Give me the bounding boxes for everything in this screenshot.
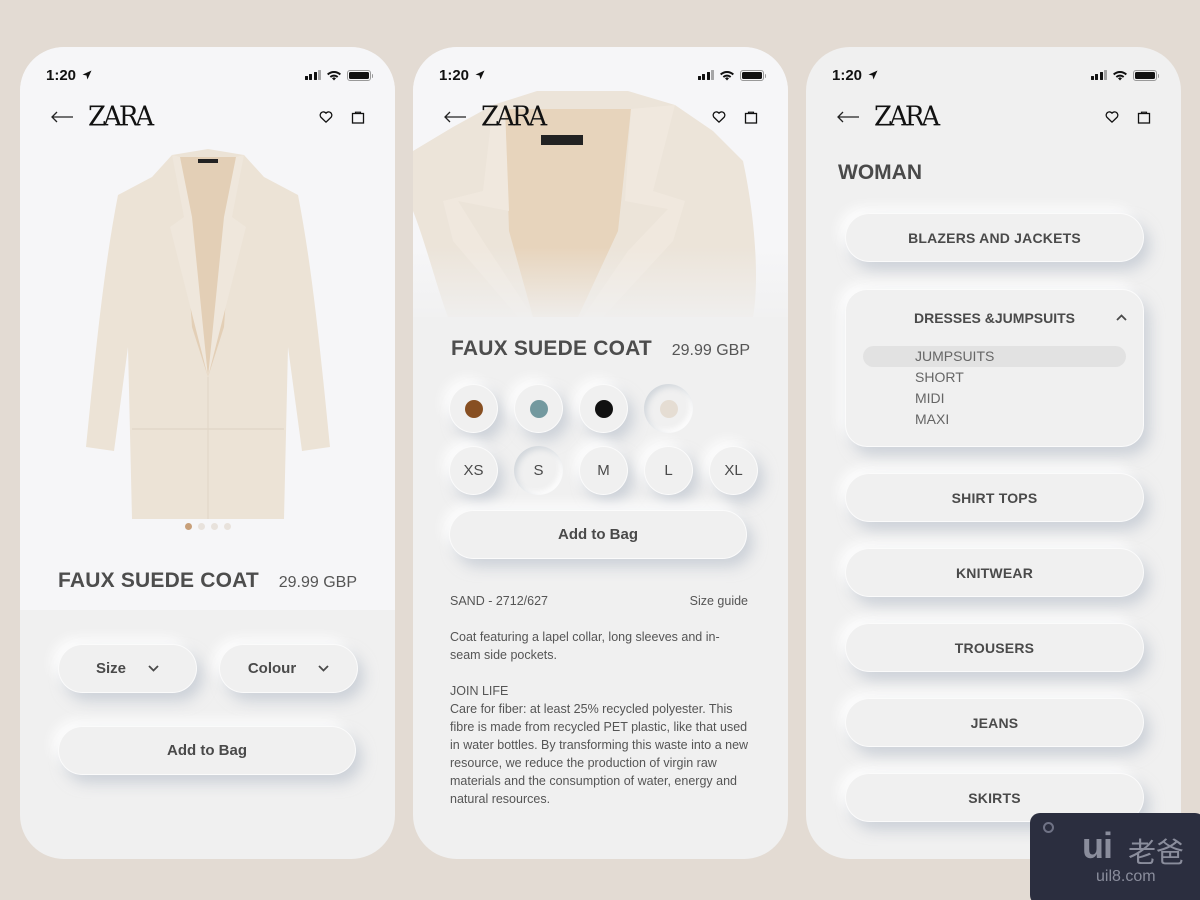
battery-icon — [1133, 69, 1159, 81]
phone-screen-product: 1:20 ZARA FAUX SUEDE COAT 29.99 GBP Size… — [20, 47, 395, 859]
heart-icon[interactable] — [1105, 110, 1119, 124]
category-button[interactable]: KNITWEAR — [845, 548, 1144, 597]
category-button[interactable]: TROUSERS — [845, 623, 1144, 672]
signal-icon — [1090, 70, 1107, 80]
add-to-bag-button[interactable]: Add to Bag — [58, 726, 356, 775]
phone-screen-product-detail: 1:20 ZARA FAUX SUEDE COAT 29.99 GBP XS S M… — [413, 47, 788, 859]
colour-dot — [659, 399, 678, 418]
brand-logo[interactable]: ZARA — [481, 101, 547, 133]
status-bar: 1:20 — [806, 47, 1181, 91]
watermark-badge: ui 老爸 uil8.com — [1030, 813, 1200, 900]
wifi-icon — [719, 69, 735, 81]
add-to-bag-button[interactable]: Add to Bag — [449, 510, 747, 559]
colour-select-label: Colour — [247, 660, 297, 677]
product-title-row: FAUX SUEDE COAT 29.99 GBP — [451, 337, 750, 361]
status-time: 1:20 — [46, 66, 77, 84]
status-time: 1:20 — [832, 66, 863, 84]
location-arrow-icon — [868, 70, 878, 80]
phone-screen-categories: 1:20 ZARA WOMAN BLAZERS AND JACKETS DRESS… — [806, 47, 1181, 859]
size-option-xl[interactable]: XL — [709, 446, 758, 495]
wifi-icon — [326, 69, 342, 81]
product-meta: SAND - 2712/627 Size guide — [450, 594, 748, 608]
colour-dot — [464, 399, 483, 418]
product-price: 29.99 GBP — [278, 574, 357, 591]
subcategory-item[interactable]: JUMPSUITS — [863, 346, 1126, 367]
subcategory-item[interactable]: SHORT — [863, 367, 1126, 388]
size-option-l[interactable]: L — [644, 446, 693, 495]
watermark-cn: 老爸 — [1128, 836, 1185, 869]
carousel-dot[interactable] — [223, 523, 231, 530]
location-arrow-icon — [82, 70, 92, 80]
product-sku: SAND - 2712/627 — [450, 594, 548, 608]
heart-icon[interactable] — [712, 110, 726, 124]
carousel-dots — [20, 523, 395, 530]
status-bar: 1:20 — [413, 47, 788, 91]
top-nav: ZARA — [806, 101, 1181, 133]
colour-select[interactable]: Colour — [219, 644, 358, 693]
colour-dot — [594, 399, 613, 418]
colour-dot — [529, 399, 548, 418]
section-title: WOMAN — [838, 161, 922, 184]
product-title-row: FAUX SUEDE COAT 29.99 GBP — [58, 569, 357, 593]
category-expanded-card: DRESSES &JUMPSUITS JUMPSUITS SHORT MIDI MAXI — [845, 289, 1144, 447]
status-time: 1:20 — [439, 66, 470, 84]
location-arrow-icon — [475, 70, 485, 80]
category-button[interactable]: BLAZERS AND JACKETS — [845, 213, 1144, 262]
top-nav: ZARA — [20, 101, 395, 133]
colour-swatch-black[interactable] — [579, 384, 628, 433]
category-button[interactable]: JEANS — [845, 698, 1144, 747]
brand-logo[interactable]: ZARA — [88, 101, 154, 133]
carousel-dot[interactable] — [197, 523, 205, 530]
watermark-logo: ui — [1082, 825, 1113, 866]
size-select-label: Size — [95, 660, 126, 677]
join-life-text: Care for fiber: at least 25% recycled po… — [450, 702, 749, 806]
colour-swatch-blue-grey[interactable] — [514, 384, 563, 433]
size-options: XS S M L XL — [449, 446, 758, 495]
shopping-bag-icon[interactable] — [1137, 110, 1151, 124]
shopping-bag-icon[interactable] — [351, 110, 365, 124]
subcategory-item[interactable]: MIDI — [863, 388, 1126, 409]
colour-swatch-brown[interactable] — [449, 384, 498, 433]
battery-icon — [347, 69, 373, 81]
join-life-title: JOIN LIFE — [450, 684, 509, 698]
chevron-down-icon — [318, 665, 329, 672]
product-title: FAUX SUEDE COAT — [451, 337, 652, 360]
size-option-m[interactable]: M — [579, 446, 628, 495]
back-arrow-icon[interactable] — [50, 110, 74, 124]
join-life-section: JOIN LIFE Care for fiber: at least 25% r… — [450, 682, 750, 808]
colour-options — [449, 384, 693, 433]
signal-icon — [697, 70, 714, 80]
watermark-url: uil8.com — [1096, 868, 1156, 885]
chevron-down-icon — [148, 665, 159, 672]
product-description: Coat featuring a lapel collar, long slee… — [450, 630, 720, 662]
back-arrow-icon[interactable] — [836, 110, 860, 124]
product-title: FAUX SUEDE COAT — [58, 569, 259, 592]
size-select[interactable]: Size — [58, 644, 197, 693]
signal-icon — [304, 70, 321, 80]
size-option-xs[interactable]: XS — [449, 446, 498, 495]
battery-icon — [740, 69, 766, 81]
colour-swatch-sand[interactable] — [644, 384, 693, 433]
size-guide-link[interactable]: Size guide — [690, 594, 748, 608]
product-image-coat[interactable] — [84, 147, 332, 527]
product-price: 29.99 GBP — [671, 342, 750, 359]
subcategory-list: JUMPSUITS SHORT MIDI MAXI — [863, 346, 1126, 430]
carousel-dot[interactable] — [210, 523, 218, 530]
heart-icon[interactable] — [319, 110, 333, 124]
wifi-icon — [1112, 69, 1128, 81]
category-header[interactable]: DRESSES &JUMPSUITS — [846, 310, 1143, 326]
size-option-s[interactable]: S — [514, 446, 563, 495]
category-button[interactable]: SHIRT TOPS — [845, 473, 1144, 522]
chevron-up-icon[interactable] — [1116, 314, 1127, 321]
subcategory-item[interactable]: MAXI — [863, 409, 1126, 430]
brand-logo[interactable]: ZARA — [874, 101, 940, 133]
tag-hole-icon — [1043, 822, 1054, 833]
shopping-bag-icon[interactable] — [744, 110, 758, 124]
status-bar: 1:20 — [20, 47, 395, 91]
carousel-dot[interactable] — [184, 523, 192, 530]
top-nav: ZARA — [413, 101, 788, 133]
back-arrow-icon[interactable] — [443, 110, 467, 124]
